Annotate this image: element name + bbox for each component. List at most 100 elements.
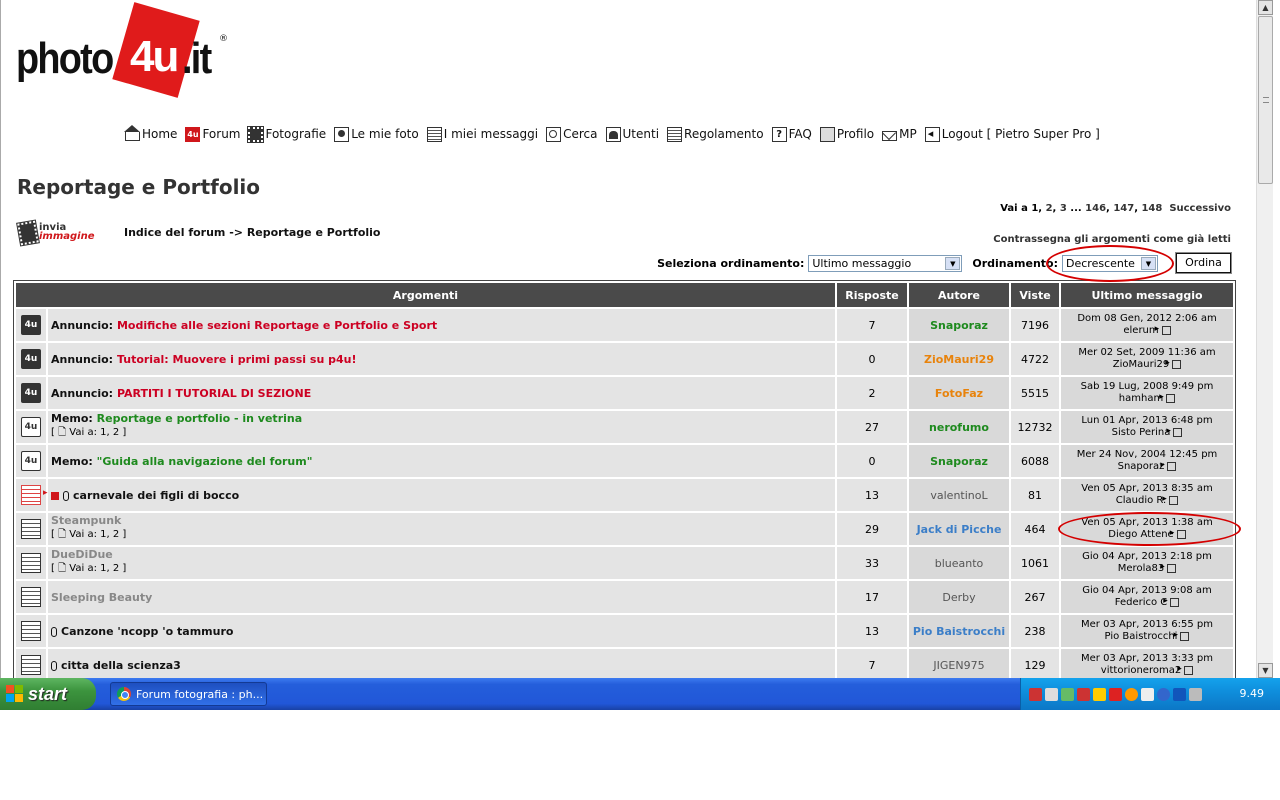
sort-button[interactable]: Ordina bbox=[1175, 252, 1232, 274]
go-to-last-post-icon[interactable] bbox=[1165, 357, 1182, 369]
nav-messaggi[interactable]: I miei messaggi bbox=[426, 126, 538, 142]
topic-link[interactable]: carnevale dei figli di bocco bbox=[73, 489, 239, 502]
header-risposte[interactable]: Risposte bbox=[837, 283, 907, 307]
topic-link[interactable]: PARTITI I TUTORIAL DI SEZIONE bbox=[117, 387, 311, 400]
page-link[interactable]: 147 bbox=[1113, 203, 1134, 214]
author-link[interactable]: ZioMauri29 bbox=[924, 353, 994, 366]
author-link[interactable]: blueanto bbox=[935, 557, 984, 570]
last-post-user[interactable]: vittorioneroma2 bbox=[1101, 665, 1181, 676]
next-page-link[interactable]: Successivo bbox=[1169, 203, 1231, 214]
last-post-user[interactable]: Sisto Perina bbox=[1112, 427, 1171, 438]
topic-link[interactable]: Canzone 'ncopp 'o tammuro bbox=[61, 625, 233, 638]
taskbar-window-button[interactable]: Forum fotografia : ph... bbox=[110, 682, 267, 706]
author-link[interactable]: Jack di Picche bbox=[917, 523, 1002, 536]
header-argomenti[interactable]: Argomenti bbox=[16, 283, 835, 307]
last-post-user[interactable]: Federico C bbox=[1115, 597, 1168, 608]
go-to-last-post-icon[interactable] bbox=[1162, 493, 1179, 505]
page-link[interactable]: 3 bbox=[1060, 203, 1067, 214]
bluetooth-icon[interactable] bbox=[1173, 687, 1186, 701]
author-link[interactable]: JIGEN975 bbox=[933, 659, 984, 672]
topic-pages[interactable]: [ 🗋 Vai a: 1, 2 ] bbox=[51, 529, 126, 540]
last-post-user[interactable]: Merola83 bbox=[1118, 563, 1164, 574]
go-to-last-post-icon[interactable] bbox=[1177, 663, 1194, 675]
last-post-date: Gio 04 Apr, 2013 2:18 pm bbox=[1082, 551, 1212, 562]
clock[interactable]: 9.49 bbox=[1240, 687, 1265, 700]
usb-icon[interactable] bbox=[1189, 687, 1202, 701]
go-to-last-post-icon[interactable] bbox=[1155, 323, 1171, 335]
author-cell: nerofumo bbox=[909, 411, 1009, 443]
nav-forum[interactable]: 4u Forum bbox=[185, 126, 240, 142]
upload-image-button[interactable]: invia immagine bbox=[16, 219, 99, 247]
go-to-last-post-icon[interactable] bbox=[1160, 561, 1177, 573]
go-to-last-post-icon[interactable] bbox=[1159, 391, 1176, 403]
topic-pages[interactable]: [ 🗋 Vai a: 1, 2 ] bbox=[51, 427, 126, 438]
breadcrumb[interactable]: Indice del forum -> Reportage e Portfoli… bbox=[124, 226, 380, 239]
sync-icon[interactable] bbox=[1061, 687, 1074, 701]
mark-read-link[interactable]: Contrassegna gli argomenti come già lett… bbox=[993, 234, 1231, 245]
scroll-down-icon[interactable]: ▼ bbox=[1258, 663, 1273, 678]
last-post-user[interactable]: elerum bbox=[1123, 325, 1158, 336]
go-to-last-post-icon[interactable] bbox=[1163, 595, 1180, 607]
author-link[interactable]: nerofumo bbox=[929, 421, 989, 434]
scroll-up-icon[interactable]: ▲ bbox=[1258, 0, 1273, 15]
scrollbar-thumb[interactable] bbox=[1258, 16, 1273, 184]
page-link[interactable]: 148 bbox=[1141, 203, 1162, 214]
topic-pages[interactable]: [ 🗋 Vai a: 1, 2 ] bbox=[51, 563, 126, 574]
topic-link[interactable]: Tutorial: Muovere i primi passi su p4u! bbox=[117, 353, 357, 366]
author-link[interactable]: FotoFaz bbox=[935, 387, 983, 400]
last-post-user[interactable]: Claudio R. bbox=[1116, 495, 1166, 506]
nav-utenti[interactable]: Utenti bbox=[605, 126, 659, 142]
nav-fotografie[interactable]: Fotografie bbox=[247, 125, 326, 143]
page-ellipsis: ... bbox=[1070, 203, 1082, 214]
go-to-last-post-icon[interactable] bbox=[1173, 629, 1190, 641]
topic-link[interactable]: Reportage e portfolio - in vetrina bbox=[97, 412, 302, 425]
last-post-user[interactable]: Pio Baistrocchi bbox=[1105, 631, 1178, 642]
nav-faq[interactable]: ? FAQ bbox=[771, 126, 812, 142]
last-post-user[interactable]: ZioMauri29 bbox=[1113, 359, 1169, 370]
topic-link[interactable]: Steampunk bbox=[51, 514, 121, 527]
network-icon[interactable] bbox=[1077, 687, 1090, 701]
nav-mp[interactable]: MP bbox=[882, 127, 917, 141]
device-icon[interactable] bbox=[1141, 687, 1154, 701]
topic-link[interactable]: Modifiche alle sezioni Reportage e Portf… bbox=[117, 319, 437, 332]
site-logo[interactable]: photo 4u .it ® bbox=[16, 2, 231, 98]
topic-link[interactable]: "Guida alla navigazione del forum" bbox=[97, 455, 313, 468]
nav-home[interactable]: Home bbox=[124, 125, 177, 141]
mcafee-icon[interactable] bbox=[1109, 687, 1122, 701]
page-link[interactable]: 2 bbox=[1046, 203, 1053, 214]
topic-link[interactable]: citta della scienza3 bbox=[61, 659, 181, 672]
vertical-scrollbar[interactable]: ▲ ▼ bbox=[1256, 0, 1273, 678]
nav-logout[interactable]: Logout [ Pietro Super Pro ] bbox=[924, 126, 1100, 142]
nav-label: Profilo bbox=[836, 127, 875, 141]
page-link[interactable]: 146 bbox=[1085, 203, 1106, 214]
network-icon[interactable] bbox=[1029, 687, 1042, 701]
app-icon[interactable] bbox=[1125, 687, 1138, 701]
author-link[interactable]: Pio Baistrocchi bbox=[913, 625, 1005, 638]
monitor-icon[interactable] bbox=[1045, 687, 1058, 701]
author-link[interactable]: Derby bbox=[942, 591, 975, 604]
nav-cerca[interactable]: Cerca bbox=[546, 126, 598, 142]
author-link[interactable]: valentinoL bbox=[930, 489, 987, 502]
last-post-user[interactable]: Snaporaz bbox=[1118, 461, 1165, 472]
go-to-last-post-icon[interactable] bbox=[1160, 459, 1177, 471]
topic-link[interactable]: DueDiDue bbox=[51, 548, 113, 561]
last-post-cell: Ven 05 Apr, 2013 8:35 am Claudio R. bbox=[1061, 479, 1233, 511]
new-post-icon[interactable] bbox=[43, 488, 59, 500]
header-autore[interactable]: Autore bbox=[909, 283, 1009, 307]
topic-icon-cell: 4u bbox=[16, 343, 46, 375]
nav-regolamento[interactable]: Regolamento bbox=[667, 126, 764, 142]
header-ultimo-messaggio[interactable]: Ultimo messaggio bbox=[1061, 283, 1233, 307]
sort-field-select[interactable]: Ultimo messaggio ▼ bbox=[808, 254, 963, 272]
nav-label: Regolamento bbox=[684, 127, 764, 141]
nav-profilo[interactable]: Profilo bbox=[819, 126, 875, 142]
author-link[interactable]: Snaporaz bbox=[930, 319, 988, 332]
go-to-last-post-icon[interactable] bbox=[1166, 425, 1183, 437]
start-button[interactable]: start bbox=[0, 678, 96, 710]
header-viste[interactable]: Viste bbox=[1011, 283, 1059, 307]
author-link[interactable]: Snaporaz bbox=[930, 455, 988, 468]
nav-le-mie-foto[interactable]: Le mie foto bbox=[334, 126, 419, 142]
last-post-user[interactable]: hamham bbox=[1119, 393, 1163, 404]
update-icon[interactable] bbox=[1157, 687, 1170, 701]
shield-icon[interactable] bbox=[1093, 687, 1106, 701]
topic-link[interactable]: Sleeping Beauty bbox=[51, 591, 152, 604]
